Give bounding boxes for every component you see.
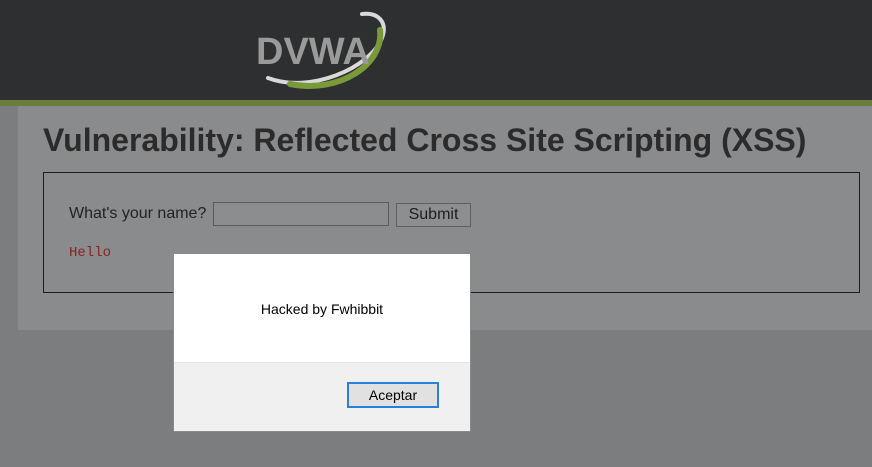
alert-message: Hacked by Fwhibbit [260,301,384,317]
name-input[interactable] [213,202,389,226]
site-header: DVWA [0,0,872,100]
alert-dialog: Hacked by Fwhibbit Aceptar [173,253,471,432]
page-title: Vulnerability: Reflected Cross Site Scri… [43,122,807,158]
dvwa-logo: DVWA [250,8,395,90]
reflected-output: Hello [69,245,112,261]
name-label: What's your name? [69,205,207,222]
submit-button[interactable]: Submit [396,203,471,227]
alert-footer: Aceptar [174,362,470,431]
svg-text:DVWA: DVWA [256,31,370,73]
alert-ok-button[interactable]: Aceptar [347,382,439,408]
